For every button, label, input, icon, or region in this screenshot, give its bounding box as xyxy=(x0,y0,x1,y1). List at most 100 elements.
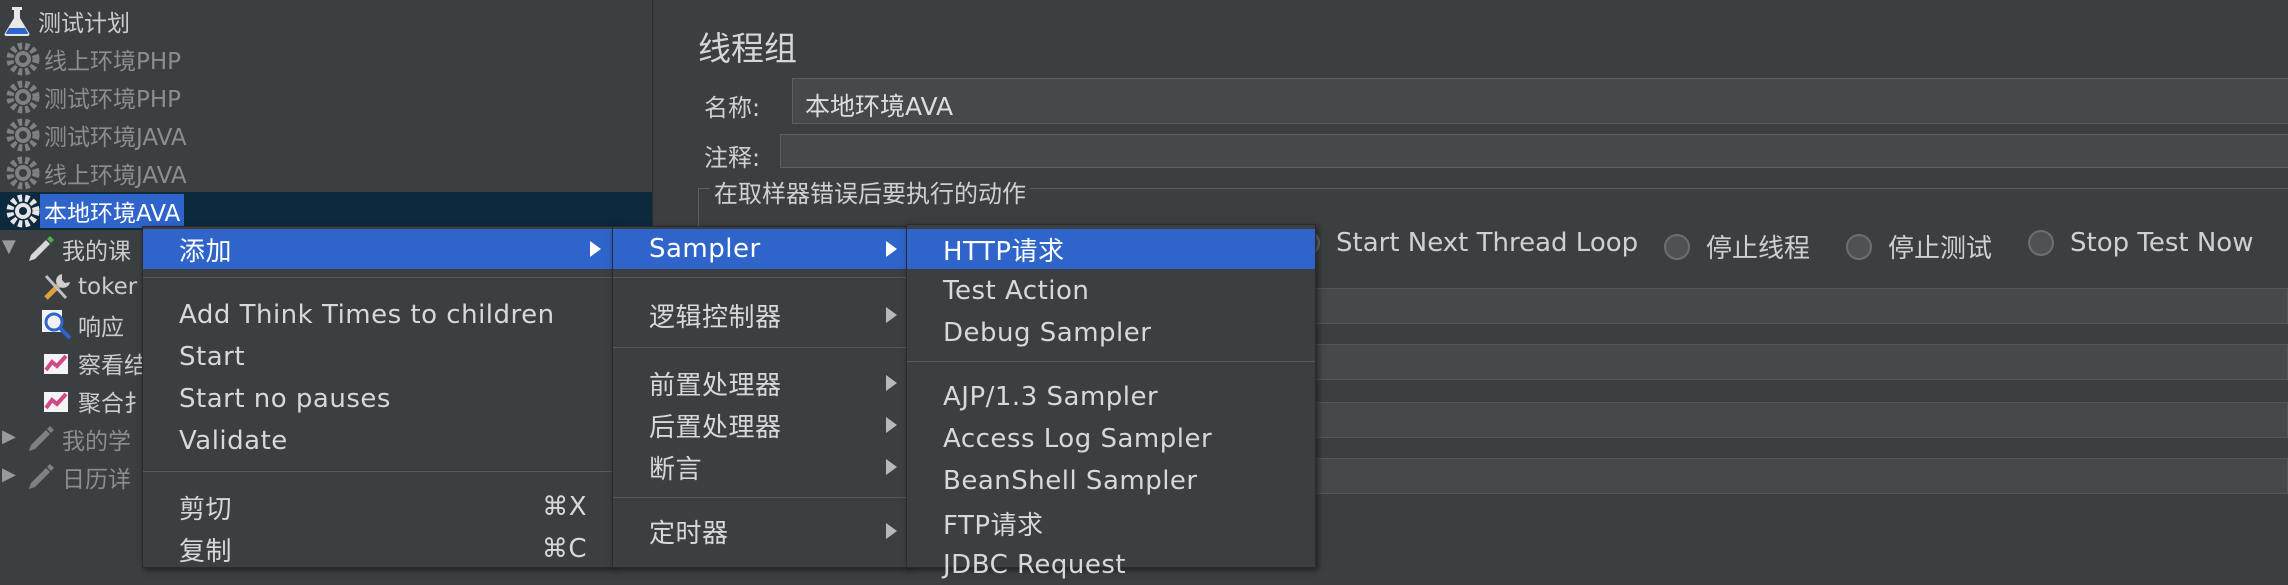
radio-label: Start Next Thread Loop xyxy=(1336,228,1639,258)
menu-item-start-no-pauses[interactable]: Start no pauses xyxy=(143,379,613,419)
gear-icon xyxy=(6,42,40,76)
menu-item-label: FTP请求 xyxy=(943,510,1044,541)
submenu-arrow-icon xyxy=(886,417,897,433)
tree-item-controller[interactable]: 日历详 xyxy=(24,458,135,496)
menu-separator xyxy=(143,277,613,278)
gear-icon xyxy=(6,156,40,190)
flask-icon xyxy=(0,4,34,38)
tree-item-label: 本地环境AVA xyxy=(40,194,185,228)
menu-item-label: Add Think Times to children xyxy=(179,300,555,330)
tree-item-thread-group-selected[interactable]: 本地环境AVA xyxy=(0,192,652,230)
tree-item-listener[interactable]: 察看结 xyxy=(40,344,151,382)
menu-item-http-request[interactable]: HTTP请求 xyxy=(907,229,1315,269)
tree-item-controller[interactable]: 我的学 xyxy=(24,420,135,458)
menu-item-access-log-sampler[interactable]: Access Log Sampler xyxy=(907,419,1315,459)
menu-item-ftp-request[interactable]: FTP请求 xyxy=(907,503,1315,543)
menu-item-sampler[interactable]: Sampler xyxy=(613,229,909,269)
menu-item-label: JDBC Request xyxy=(943,550,1127,580)
menu-item-debug-sampler[interactable]: Debug Sampler xyxy=(907,313,1315,353)
menu-item-label: BeanShell Sampler xyxy=(943,466,1198,496)
tree-item-assertion[interactable]: 响应 xyxy=(40,306,128,344)
wrench-icon xyxy=(40,270,74,304)
menu-item-pre-processor[interactable]: 前置处理器 xyxy=(613,363,909,403)
tree-item-label: 线上环境PHP xyxy=(44,49,182,75)
expand-right-icon[interactable]: ▶ xyxy=(2,464,16,485)
tree-item-thread-group[interactable]: 测试环境JAVA xyxy=(6,116,191,154)
shortcut-label: ⌘C xyxy=(541,534,587,564)
gear-icon xyxy=(6,80,40,114)
tree-item-label: toker xyxy=(78,274,138,300)
add-submenu: Sampler 逻辑控制器 前置处理器 后置处理器 断言 定时器 xyxy=(612,226,910,568)
tree-item-label: 聚合扌 xyxy=(78,391,147,417)
radio-dot-icon xyxy=(2028,230,2054,256)
tree-item-label: 线上环境JAVA xyxy=(44,163,187,189)
tree-item-thread-group[interactable]: 线上环境PHP xyxy=(6,40,185,78)
menu-item-label: 剪切 xyxy=(179,494,233,525)
menu-item-validate[interactable]: Validate xyxy=(143,421,613,461)
radio-dot-icon xyxy=(1664,233,1690,260)
menu-item-assertion[interactable]: 断言 xyxy=(613,447,909,487)
chart-icon xyxy=(40,384,74,418)
radio-label: 停止测试 xyxy=(1888,234,1993,264)
tree-item-listener[interactable]: 聚合扌 xyxy=(40,382,151,420)
tree-item-label: 测试环境JAVA xyxy=(44,125,187,151)
menu-item-label: Test Action xyxy=(943,276,1090,306)
menu-separator xyxy=(613,277,909,278)
comment-field[interactable] xyxy=(780,134,2288,168)
radio-stop-thread[interactable]: 停止线程 xyxy=(1664,228,1810,265)
menu-item-jdbc-request[interactable]: JDBC Request xyxy=(907,545,1315,585)
menu-item-start[interactable]: Start xyxy=(143,337,613,377)
tree-item-label: 我的学 xyxy=(62,429,131,455)
menu-item-label: 后置处理器 xyxy=(649,412,782,443)
menu-item-label: 逻辑控制器 xyxy=(649,302,782,333)
menu-item-label: Debug Sampler xyxy=(943,318,1152,348)
tree-item-label: 我的课 xyxy=(62,239,131,265)
menu-item-post-processor[interactable]: 后置处理器 xyxy=(613,405,909,445)
radio-dot-icon xyxy=(1846,233,1872,260)
menu-item-add[interactable]: 添加 xyxy=(143,229,613,269)
menu-item-beanshell-sampler[interactable]: BeanShell Sampler xyxy=(907,461,1315,501)
pipette-icon xyxy=(24,460,58,494)
menu-separator xyxy=(907,361,1315,362)
tree-item-thread-group[interactable]: 测试环境PHP xyxy=(6,78,185,116)
menu-item-add-think-times[interactable]: Add Think Times to children xyxy=(143,295,613,335)
tree-item-label: 测试计划 xyxy=(38,11,130,37)
menu-item-label: AJP/1.3 Sampler xyxy=(943,382,1159,412)
menu-item-cut[interactable]: 剪切 ⌘X xyxy=(143,487,613,527)
menu-item-label: Start no pauses xyxy=(179,384,391,414)
tree-item-label: 察看结 xyxy=(78,353,147,379)
tree-item-label: 日历详 xyxy=(62,467,131,493)
radio-start-next-thread-loop[interactable]: Start Next Thread Loop xyxy=(1294,228,1638,258)
submenu-arrow-icon xyxy=(886,523,897,539)
menu-item-ajp-sampler[interactable]: AJP/1.3 Sampler xyxy=(907,377,1315,417)
tree-item-thread-group[interactable]: 线上环境JAVA xyxy=(6,154,191,192)
tree-item-config[interactable]: toker xyxy=(40,268,141,306)
menu-item-copy[interactable]: 复制 ⌘C xyxy=(143,529,613,569)
tree-item-label: 响应 xyxy=(78,315,124,341)
menu-item-logic-controller[interactable]: 逻辑控制器 xyxy=(613,295,909,335)
menu-item-timer[interactable]: 定时器 xyxy=(613,511,909,551)
tree-item-controller[interactable]: 我的课 xyxy=(24,230,135,268)
submenu-arrow-icon xyxy=(886,307,897,323)
expand-right-icon[interactable]: ▶ xyxy=(2,426,16,447)
menu-item-test-action[interactable]: Test Action xyxy=(907,271,1315,311)
magnifier-icon xyxy=(40,308,74,342)
error-action-group-title: 在取样器错误后要执行的动作 xyxy=(710,174,1030,209)
tree-item-label: 测试环境PHP xyxy=(44,87,182,113)
menu-separator xyxy=(143,471,613,472)
menu-item-label: 定时器 xyxy=(649,518,729,549)
shortcut-label: ⌘X xyxy=(542,492,587,522)
tree-item-test-plan[interactable]: 测试计划 xyxy=(0,2,134,40)
name-field[interactable]: 本地环境AVA xyxy=(792,78,2288,124)
name-label: 名称: xyxy=(704,94,761,122)
submenu-arrow-icon xyxy=(886,459,897,475)
menu-item-label: Validate xyxy=(179,426,288,456)
expand-down-icon[interactable]: ▼ xyxy=(2,236,16,257)
radio-label: 停止线程 xyxy=(1706,234,1811,264)
menu-item-label: 添加 xyxy=(179,236,233,267)
radio-stop-test[interactable]: 停止测试 xyxy=(1846,228,1992,265)
menu-item-label: 断言 xyxy=(649,454,703,485)
menu-item-label: Start xyxy=(179,342,246,372)
radio-stop-test-now[interactable]: Stop Test Now xyxy=(2028,228,2253,258)
gear-icon xyxy=(6,118,40,152)
